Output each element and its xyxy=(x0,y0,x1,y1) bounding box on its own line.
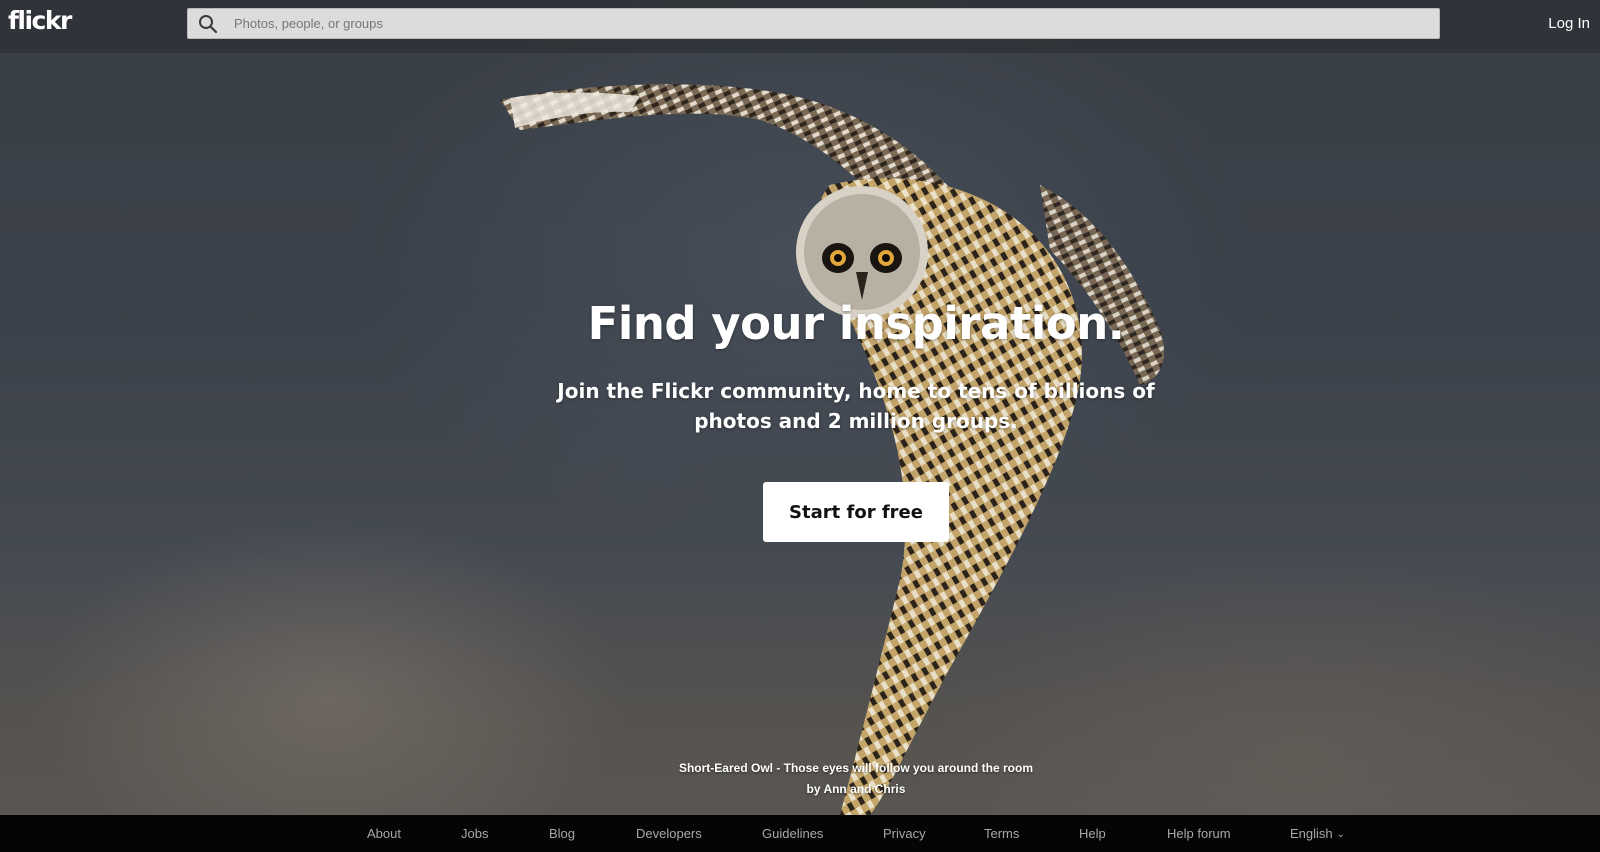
hero-subtitle: Join the Flickr community, home to tens … xyxy=(556,376,1156,436)
footer-link-privacy[interactable]: Privacy xyxy=(883,826,926,841)
footer-link-terms[interactable]: Terms xyxy=(984,826,1019,841)
top-navigation-bar: flickr Log In xyxy=(0,0,1600,53)
photo-title-link[interactable]: Short-Eared Owl - Those eyes will follow… xyxy=(0,758,1600,779)
start-for-free-button[interactable]: Start for free xyxy=(763,482,949,542)
hero-headline: Find your inspiration. xyxy=(587,297,1125,350)
footer-link-guidelines[interactable]: Guidelines xyxy=(762,826,823,841)
chevron-down-icon: ⌄ xyxy=(1336,829,1346,840)
footer-link-jobs[interactable]: Jobs xyxy=(461,826,488,841)
footer-link-developers[interactable]: Developers xyxy=(636,826,702,841)
hero-subtitle-line-2: photos and 2 million groups. xyxy=(694,409,1018,433)
page: flickr Log In Find your inspiration. Joi… xyxy=(0,0,1600,852)
photo-credit: Short-Eared Owl - Those eyes will follow… xyxy=(0,758,1600,800)
flickr-logo[interactable]: flickr xyxy=(8,6,72,35)
footer-link-about[interactable]: About xyxy=(367,826,401,841)
search-icon[interactable] xyxy=(198,14,218,34)
footer: About Jobs Blog Developers Guidelines Pr… xyxy=(0,815,1600,852)
log-in-link[interactable]: Log In xyxy=(1548,15,1590,32)
language-selector[interactable]: English ⌄ xyxy=(1290,826,1345,841)
footer-link-help[interactable]: Help xyxy=(1079,826,1106,841)
photo-author-link[interactable]: by Ann and Chris xyxy=(0,779,1600,800)
footer-link-help-forum[interactable]: Help forum xyxy=(1167,826,1231,841)
footer-link-blog[interactable]: Blog xyxy=(549,826,575,841)
language-label: English xyxy=(1290,826,1333,841)
footer-links: About Jobs Blog Developers Guidelines Pr… xyxy=(0,815,1600,852)
search-input[interactable] xyxy=(234,9,1424,38)
search-box[interactable] xyxy=(187,8,1440,39)
hero-subtitle-line-1: Join the Flickr community, home to tens … xyxy=(557,379,1155,403)
